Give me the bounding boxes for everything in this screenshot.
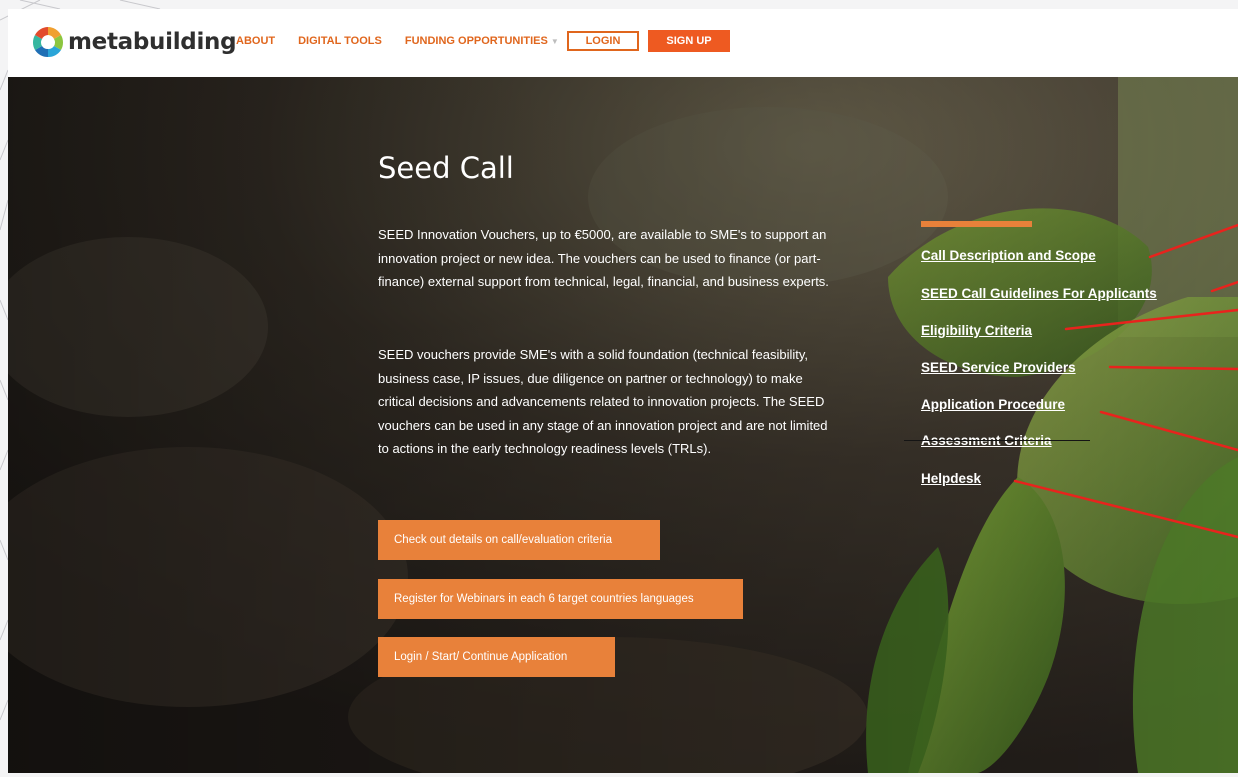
link-application-procedure[interactable]: Application Procedure	[921, 397, 1065, 412]
description-paragraph: SEED vouchers provide SME's with a solid…	[378, 347, 828, 456]
site-logo[interactable]: metabuilding	[31, 25, 237, 59]
page-frame: metabuilding ABOUT DIGITAL TOOLS FUNDING…	[0, 0, 1238, 777]
link-service-providers[interactable]: SEED Service Providers	[921, 360, 1076, 375]
top-navbar: metabuilding ABOUT DIGITAL TOOLS FUNDING…	[8, 9, 1238, 77]
register-webinars-button[interactable]: Register for Webinars in each 6 target c…	[378, 579, 743, 619]
main-nav: ABOUT DIGITAL TOOLS FUNDING OPPORTUNITIE…	[236, 35, 578, 47]
strikethrough-line	[904, 440, 1090, 441]
link-eligibility-criteria[interactable]: Eligibility Criteria	[921, 323, 1032, 338]
section-accent-bar	[921, 221, 1032, 227]
nav-funding-label: FUNDING OPPORTUNITIES	[404, 35, 548, 47]
nav-digital-tools[interactable]: DIGITAL TOOLS	[298, 35, 382, 47]
signup-button[interactable]: SIGN UP	[648, 30, 730, 52]
chevron-down-icon: ▼	[550, 37, 559, 46]
multicolor-ring-logo-icon	[32, 27, 64, 58]
intro-paragraph: SEED Innovation Vouchers, up to €5000, a…	[378, 227, 829, 289]
login-button[interactable]: LOGIN	[567, 31, 639, 51]
start-application-button[interactable]: Login / Start/ Continue Application	[378, 637, 615, 677]
page-title: Seed Call	[378, 151, 514, 185]
nav-about[interactable]: ABOUT	[236, 35, 275, 47]
link-call-description[interactable]: Call Description and Scope	[921, 248, 1096, 263]
brand-name: metabuilding	[68, 29, 237, 55]
link-call-guidelines[interactable]: SEED Call Guidelines For Applicants	[921, 286, 1157, 301]
hero-section: Seed Call SEED Innovation Vouchers, up t…	[8, 77, 1238, 773]
call-criteria-button[interactable]: Check out details on call/evaluation cri…	[378, 520, 660, 560]
link-helpdesk[interactable]: Helpdesk	[921, 471, 981, 486]
nav-funding-opportunities[interactable]: FUNDING OPPORTUNITIES ▼	[405, 35, 559, 47]
